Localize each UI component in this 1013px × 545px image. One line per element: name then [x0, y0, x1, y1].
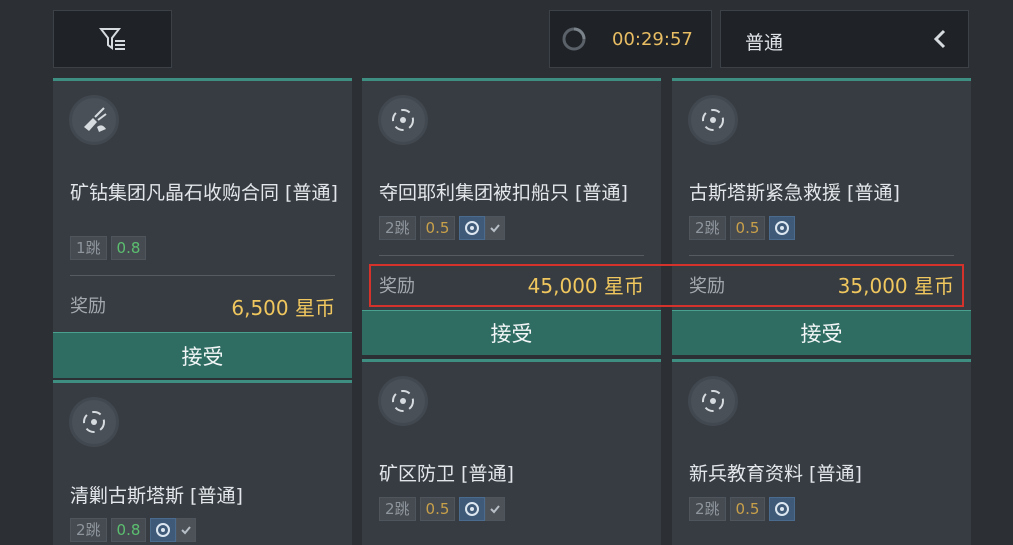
special-mission-tag	[459, 497, 486, 521]
check-icon	[490, 224, 501, 233]
security-status: 0.5	[729, 216, 766, 240]
mission-tags: 2跳 0.5	[689, 216, 796, 240]
mission-card: 古斯塔斯紧急救援 [普通] 2跳 0.5 奖励 35,000 星币 接受	[672, 78, 971, 355]
mission-symbol-icon	[775, 502, 790, 516]
special-mission-tag	[769, 216, 796, 240]
jump-count: 2跳	[379, 497, 416, 521]
mission-type-badge	[688, 95, 738, 145]
target-crosshair-icon	[392, 390, 414, 412]
divider	[379, 255, 644, 256]
difficulty-label: 普通	[745, 32, 784, 54]
jump-count: 2跳	[689, 216, 726, 240]
mission-title: 夺回耶利集团被扣船只 [普通]	[379, 182, 628, 204]
special-mission-tag	[150, 518, 177, 542]
target-crosshair-icon	[702, 390, 724, 412]
mission-title: 矿区防卫 [普通]	[379, 463, 514, 485]
mission-card: 夺回耶利集团被扣船只 [普通] 2跳 0.5 奖励 45,000 星币 接受	[362, 78, 661, 355]
jump-count: 2跳	[689, 497, 726, 521]
refresh-icon	[562, 27, 586, 51]
check-icon	[490, 505, 501, 514]
refresh-timer: 00:29:57	[549, 10, 712, 68]
mission-card: 矿钻集团凡晶石收购合同 [普通] 1跳 0.8 奖励 6,500 星币 接受	[53, 78, 352, 378]
mission-symbol-icon	[465, 502, 480, 516]
mission-type-badge	[69, 397, 119, 447]
security-status: 0.5	[419, 216, 456, 240]
completed-tag	[176, 518, 197, 542]
mission-tags: 1跳 0.8	[70, 236, 147, 260]
mission-type-badge	[69, 95, 119, 145]
mining-laser-icon	[84, 107, 107, 132]
mission-tags: 2跳 0.5	[689, 497, 796, 521]
mission-card: 新兵教育资料 [普通] 2跳 0.5	[672, 359, 971, 545]
timer-text: 00:29:57	[612, 29, 693, 50]
mission-symbol-icon	[775, 221, 790, 235]
special-mission-tag	[769, 497, 796, 521]
security-status: 0.5	[729, 497, 766, 521]
special-mission-tag	[459, 216, 486, 240]
accept-button[interactable]: 接受	[53, 332, 352, 378]
security-status: 0.8	[110, 236, 147, 260]
mission-title: 古斯塔斯紧急救援 [普通]	[689, 182, 900, 204]
filter-button[interactable]	[53, 10, 172, 68]
difficulty-dropdown[interactable]: 普通	[720, 10, 969, 68]
divider	[70, 275, 335, 276]
mission-card: 清剿古斯塔斯 [普通] 2跳 0.8	[53, 380, 352, 545]
target-crosshair-icon	[702, 109, 724, 131]
target-crosshair-icon	[392, 109, 414, 131]
completed-tag	[485, 216, 506, 240]
accept-button[interactable]: 接受	[672, 310, 971, 355]
mission-tags: 2跳 0.5	[379, 216, 506, 240]
mission-title: 新兵教育资料 [普通]	[689, 463, 862, 485]
filter-icon	[98, 28, 125, 50]
mission-type-badge	[688, 376, 738, 426]
reward-value: 6,500 星币	[231, 296, 335, 320]
jump-count: 1跳	[70, 236, 107, 260]
mission-type-badge	[378, 95, 428, 145]
highlight-box	[369, 264, 964, 307]
mission-card: 矿区防卫 [普通] 2跳 0.5	[362, 359, 661, 545]
divider	[689, 255, 954, 256]
target-crosshair-icon	[83, 411, 105, 433]
mission-type-badge	[378, 376, 428, 426]
mission-tags: 2跳 0.5	[379, 497, 506, 521]
reward-label: 奖励	[70, 296, 106, 317]
mission-title: 清剿古斯塔斯 [普通]	[70, 485, 243, 507]
mission-symbol-icon	[156, 523, 171, 537]
accept-button[interactable]: 接受	[362, 310, 661, 355]
mission-title: 矿钻集团凡晶石收购合同 [普通]	[70, 182, 338, 204]
mission-tags: 2跳 0.8	[70, 518, 197, 542]
check-icon	[181, 526, 192, 535]
security-status: 0.5	[419, 497, 456, 521]
jump-count: 2跳	[379, 216, 416, 240]
security-status: 0.8	[110, 518, 147, 542]
chevron-left-icon	[933, 29, 946, 49]
jump-count: 2跳	[70, 518, 107, 542]
completed-tag	[485, 497, 506, 521]
mission-symbol-icon	[465, 221, 480, 235]
